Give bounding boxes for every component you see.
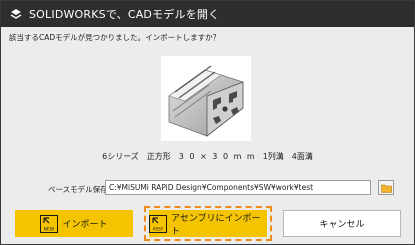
folder-icon — [380, 178, 392, 197]
cancel-button[interactable]: キャンセル — [283, 210, 401, 237]
aluminum-extrusion-preview — [161, 56, 251, 141]
browse-folder-button[interactable] — [378, 180, 394, 195]
prompt-message: 該当するCADモデルが見つかりました。インポートしますか？ — [9, 33, 221, 42]
solidworks-logo-icon — [7, 5, 25, 23]
assembly-import-icon: ASSY — [149, 214, 167, 233]
svg-text:ASSY: ASSY — [153, 226, 164, 231]
model-description: 6シリーズ 正方形 3 0 × 3 0 m m 1列溝 4面溝 — [102, 152, 313, 161]
window-title: SOLIDWORKSで、CADモデルを開く — [29, 8, 220, 21]
import-button-label: インポート — [62, 220, 108, 230]
new-import-icon: NEW — [40, 214, 59, 233]
save-location-input[interactable] — [105, 180, 371, 195]
assembly-import-button-label: アセンブリにインポート — [171, 213, 261, 237]
import-button[interactable]: NEW インポート — [15, 210, 133, 237]
svg-text:NEW: NEW — [44, 226, 55, 232]
import-dialog: SOLIDWORKSで、CADモデルを開く 該当するCADモデルが見つかりました… — [0, 0, 415, 245]
assembly-import-button[interactable]: ASSY アセンブリにインポート — [149, 210, 267, 237]
title-bar: SOLIDWORKSで、CADモデルを開く — [1, 1, 414, 27]
cancel-button-label: キャンセル — [319, 220, 365, 230]
